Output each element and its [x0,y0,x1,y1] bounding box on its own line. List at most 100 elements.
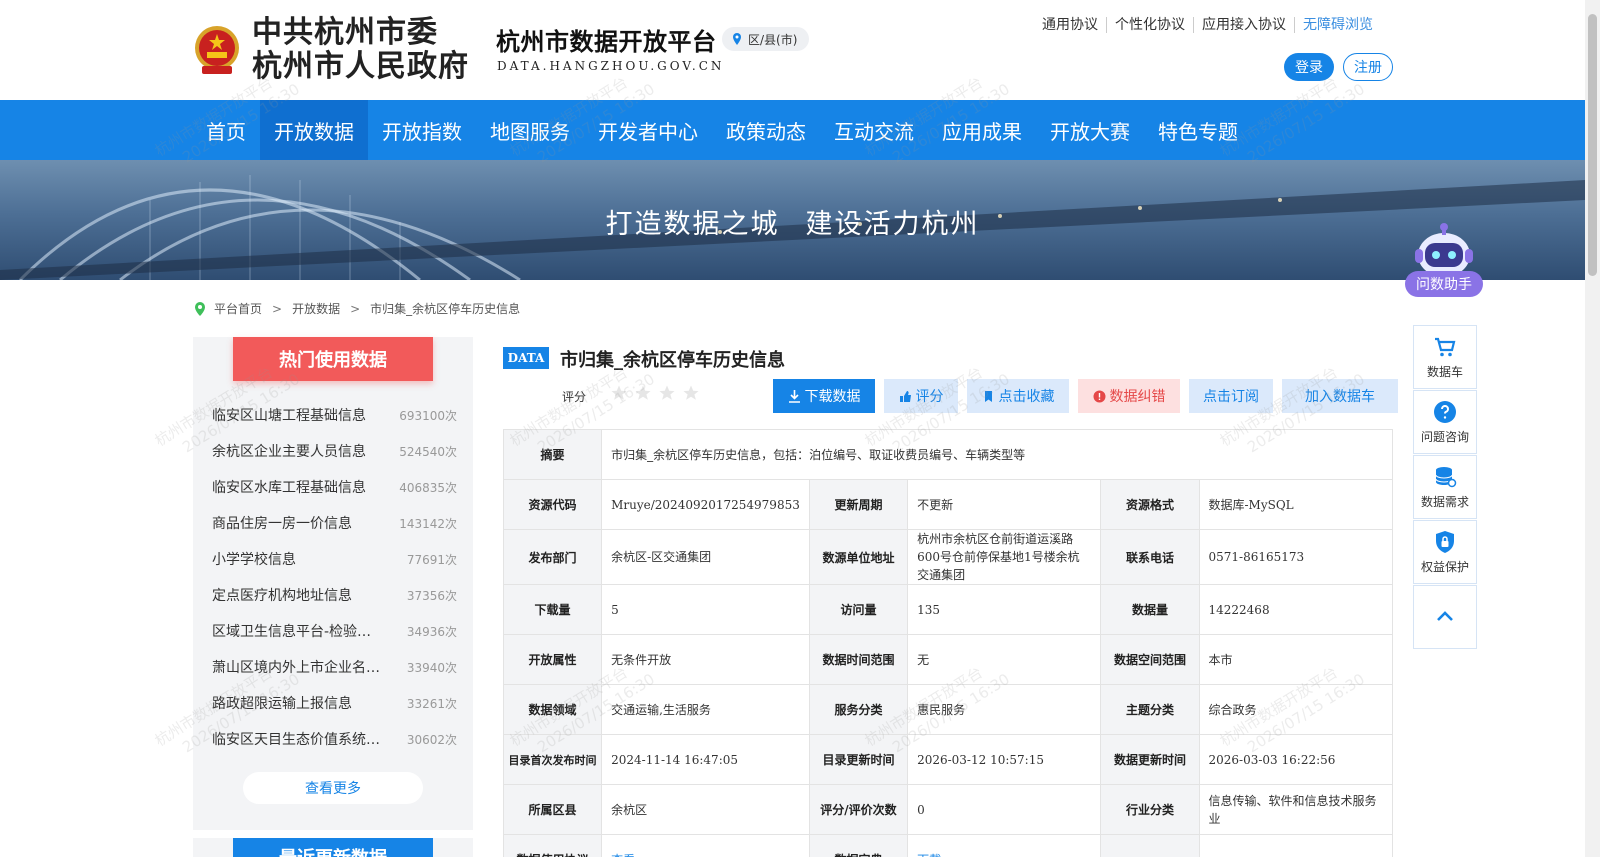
bookmark-icon [984,390,992,402]
link-personal-agreement[interactable]: 个性化协议 [1106,17,1193,33]
government-name: 中共杭州市委 杭州市人民政府 [252,16,469,84]
star-icon[interactable] [682,384,700,402]
hot-data-item[interactable]: 定点医疗机构地址信息 37356次 [212,577,457,613]
register-button[interactable]: 注册 [1343,53,1393,81]
question-icon [1434,400,1456,423]
hot-data-name[interactable]: 临安区天目生态价值系统… [212,729,380,749]
breadcrumb-section[interactable]: 开放数据 [292,300,340,317]
link-general-agreement[interactable]: 通用协议 [1034,17,1106,33]
dataset-info-table: 摘要 市归集_余杭区停车历史信息，包括：泊位编号、取证收费员编号、车辆类型等 资… [502,429,1393,857]
login-button[interactable]: 登录 [1284,53,1334,81]
nav-item-app-results[interactable]: 应用成果 [928,100,1036,160]
info-key: 所属区县 [502,784,603,835]
add-to-cart-button[interactable]: 加入数据车 [1282,379,1398,413]
breadcrumb: 平台首页 > 开放数据 > 市归集_余杭区停车历史信息 [194,300,520,317]
back-to-top-button[interactable] [1413,585,1477,649]
data-dictionary-link[interactable]: 下载 [907,834,1102,857]
link-app-agreement[interactable]: 应用接入协议 [1193,17,1294,33]
favorite-label: 点击收藏 [998,389,1055,405]
hot-data-item[interactable]: 临安区天目生态价值系统… 30602次 [212,721,457,757]
hot-data-item[interactable]: 小学学校信息 77691次 [212,541,457,577]
hot-data-name[interactable]: 临安区山塘工程基础信息 [212,405,366,425]
hot-data-name[interactable]: 余杭区企业主要人员信息 [212,441,366,461]
info-value: 信息传输、软件和信息技术服务业 [1198,784,1393,835]
slogan-left: 打造数据之城 [605,209,780,240]
hot-data-item[interactable]: 区域卫生信息平台-检验… 34936次 [212,613,457,649]
float-toolbar: 数据车 问题咨询 数据需求 权益保护 [1413,325,1477,650]
alert-icon [1093,390,1105,402]
nav-item-policy[interactable]: 政策动态 [712,100,820,160]
nav-item-developer[interactable]: 开发者中心 [584,100,712,160]
info-key: 下载量 [502,584,603,635]
hot-data-name[interactable]: 定点医疗机构地址信息 [212,585,352,605]
location-pin-icon [733,33,741,45]
nav-item-home[interactable]: 首页 [192,100,260,160]
nav-item-contest[interactable]: 开放大赛 [1036,100,1144,160]
hot-data-item[interactable]: 余杭区企业主要人员信息 524540次 [212,433,457,469]
rating-stars[interactable] [610,384,700,402]
hot-data-name[interactable]: 商品住房一房一价信息 [212,513,352,533]
hot-data-count: 30602次 [406,732,457,747]
info-key: 数据空间范围 [1100,634,1200,685]
hot-data-count: 34936次 [406,624,457,639]
info-key: 评分/评价次数 [808,784,909,835]
info-value [1198,834,1393,857]
info-key: 服务分类 [808,684,909,735]
recent-data-panel: 最近更新数据 [193,838,473,857]
info-key: 行业分类 [1100,784,1200,835]
hot-data-item[interactable]: 路政超限运输上报信息 33261次 [212,685,457,721]
nav-item-special-topics[interactable]: 特色专题 [1144,100,1252,160]
subscribe-button[interactable]: 点击订阅 [1189,379,1273,413]
region-selector[interactable]: 区/县(市) [722,27,810,51]
info-key: 更新周期 [808,479,909,530]
nav-item-open-data[interactable]: 开放数据 [260,100,368,160]
view-more-button[interactable]: 查看更多 [243,772,423,804]
action-bar: 下载数据 评分 点击收藏 数据纠错 点击订阅 加入数据车 [773,379,1398,413]
rights-protection-label: 权益保护 [1420,559,1469,574]
assistant-label[interactable]: 问数助手 [1405,271,1483,297]
info-value: 交通运输,生活服务 [601,684,810,735]
hot-data-item[interactable]: 商品住房一房一价信息 143142次 [212,505,457,541]
hot-data-name[interactable]: 临安区水库工程基础信息 [212,477,366,497]
hot-data-name[interactable]: 小学学校信息 [212,549,296,569]
platform-domain: DATA.HANGZHOU.GOV.CN [497,59,725,73]
star-icon[interactable] [610,384,628,402]
download-label: 下载数据 [804,389,861,405]
link-accessibility[interactable]: 无障碍浏览 [1294,17,1373,33]
table-row: 开放属性 无条件开放 数据时间范围无 数据空间范围 本市 [502,634,1393,685]
rights-protection-button[interactable]: 权益保护 [1413,520,1477,584]
star-icon[interactable] [658,384,676,402]
rate-label: 评分 [915,389,944,405]
subscribe-label: 点击订阅 [1203,389,1259,405]
rate-button[interactable]: 评分 [884,379,958,413]
hot-data-name[interactable]: 路政超限运输上报信息 [212,693,352,713]
hero-banner: 打造数据之城 建设活力杭州 [0,160,1585,280]
consult-button[interactable]: 问题咨询 [1413,390,1477,454]
hot-data-item[interactable]: 萧山区境内外上市企业名… 33940次 [212,649,457,685]
info-key: 数源单位地址 [808,529,909,585]
national-emblem-icon [195,26,239,74]
download-icon [788,389,800,403]
nav-item-interaction[interactable]: 互动交流 [820,100,928,160]
hot-data-name[interactable]: 萧山区境内外上市企业名… [212,657,380,677]
download-data-button[interactable]: 下载数据 [773,379,875,413]
breadcrumb-home[interactable]: 平台首页 [214,300,262,317]
table-row: 数据使用协议查看 数据字典下载 [502,834,1393,857]
page-scrollbar[interactable] [1585,0,1600,857]
dataset-title: 市归集_余杭区停车历史信息 [560,350,785,371]
usage-agreement-link[interactable]: 查看 [601,834,810,857]
nav-item-map-service[interactable]: 地图服务 [476,100,584,160]
report-error-button[interactable]: 数据纠错 [1078,379,1180,413]
hot-data-item[interactable]: 临安区山塘工程基础信息 693100次 [212,397,457,433]
table-row: 下载量 5 访问量 135 数据量 14222468 [502,584,1393,635]
platform-title[interactable]: 杭州市数据开放平台 [496,22,717,57]
star-icon[interactable] [634,384,652,402]
rating-label: 评分 [562,390,587,404]
hot-data-item[interactable]: 临安区水库工程基础信息 406835次 [212,469,457,505]
hot-data-name[interactable]: 区域卫生信息平台-检验… [212,621,371,641]
nav-item-open-index[interactable]: 开放指数 [368,100,476,160]
data-demand-button[interactable]: 数据需求 [1413,455,1477,519]
scrollbar-thumb[interactable] [1588,14,1597,276]
data-cart-button[interactable]: 数据车 [1413,325,1477,389]
favorite-button[interactable]: 点击收藏 [967,379,1069,413]
